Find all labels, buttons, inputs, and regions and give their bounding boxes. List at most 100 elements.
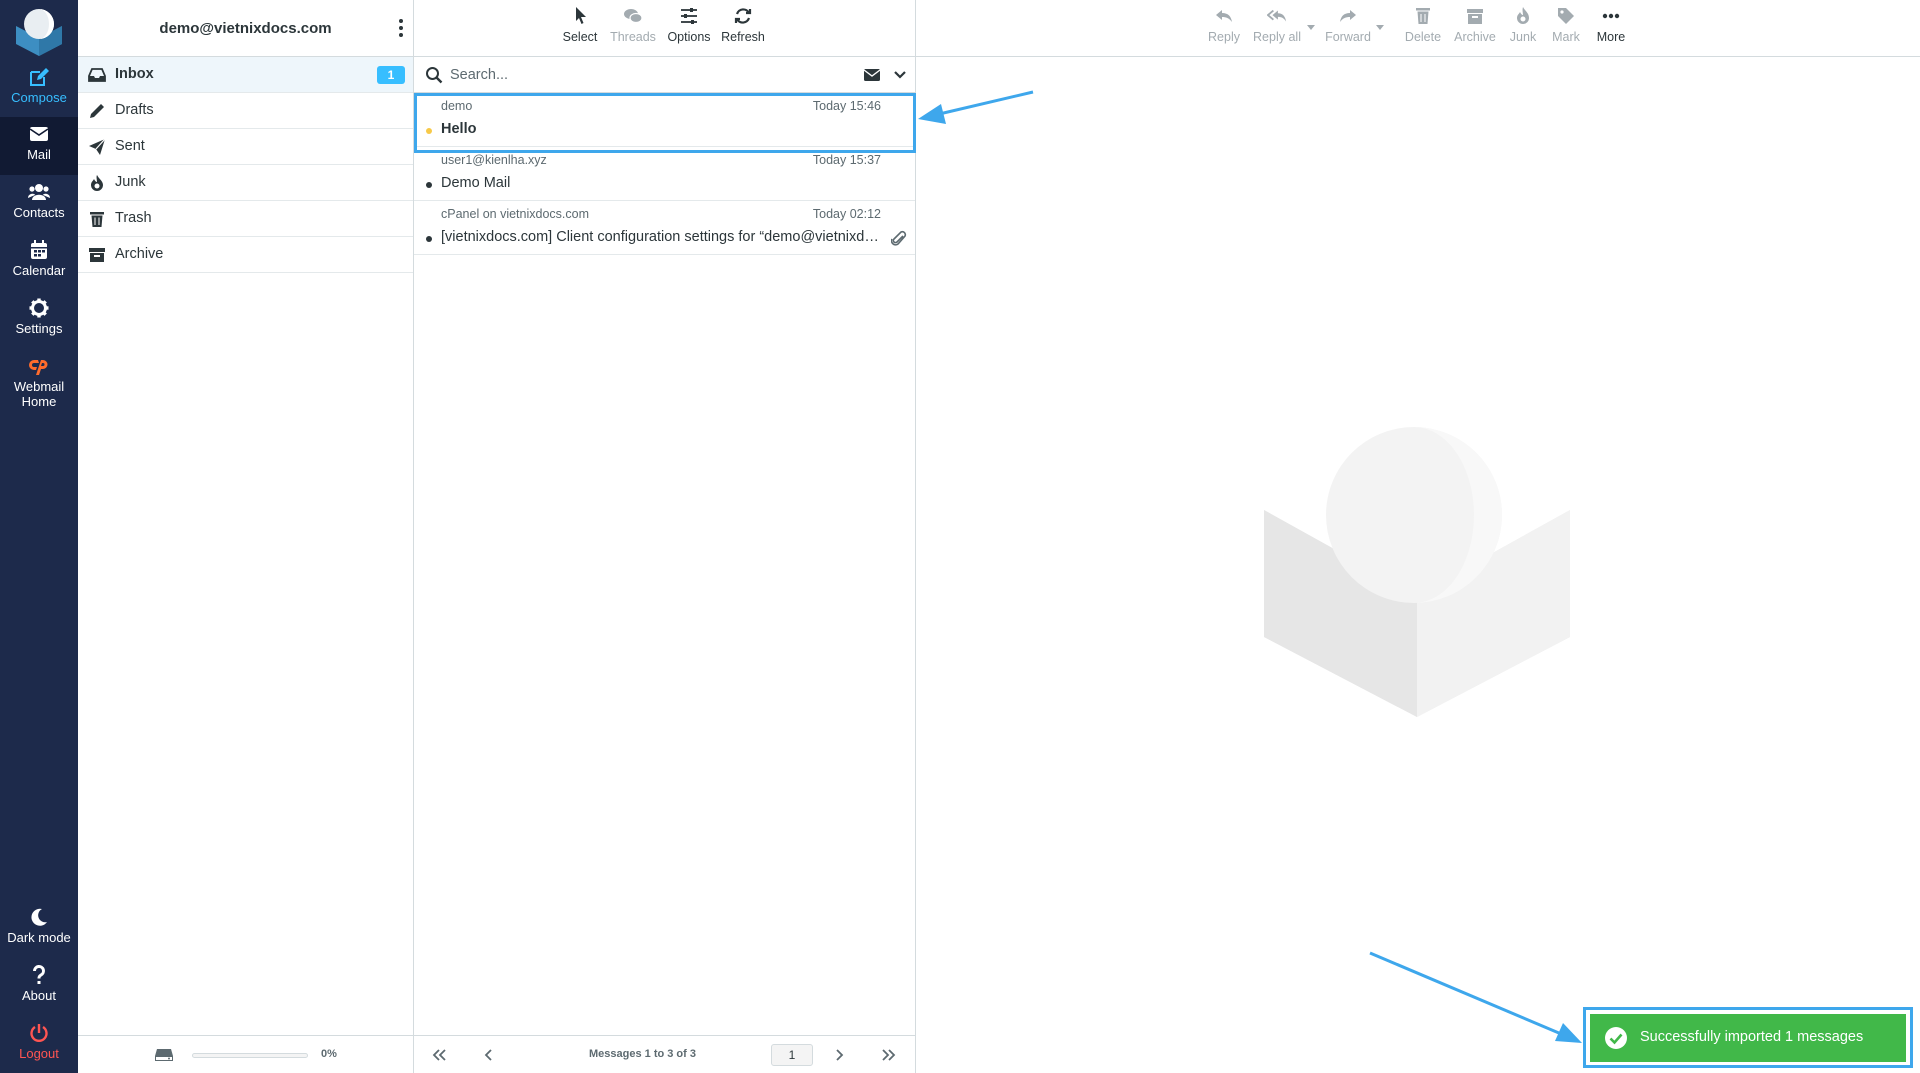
nav-calendar[interactable]: Calendar — [0, 233, 78, 291]
gear-icon — [29, 298, 49, 318]
threads-label: Threads — [610, 30, 656, 44]
folder-name: Drafts — [115, 102, 154, 118]
select-button[interactable]: Select — [558, 6, 602, 44]
folder-name: Inbox — [115, 66, 154, 82]
archive-label: Archive — [1454, 30, 1496, 44]
delete-label: Delete — [1404, 30, 1442, 44]
notification-message: Successfully imported 1 messages — [1640, 1029, 1864, 1045]
threads-button[interactable]: Threads — [607, 6, 659, 44]
horizontal-dots-icon — [1602, 13, 1620, 19]
reply-all-dropdown-icon[interactable] — [1307, 25, 1315, 31]
select-label: Select — [562, 30, 598, 44]
folder-inbox[interactable]: Inbox 1 — [78, 57, 413, 93]
folder-junk[interactable]: Junk — [78, 165, 413, 201]
compose-button[interactable]: Compose — [0, 60, 78, 118]
dark-mode-toggle[interactable]: Dark mode — [0, 900, 78, 958]
junk-button[interactable]: Junk — [1505, 6, 1541, 44]
quota-progress-bar — [192, 1053, 308, 1058]
folder-archive[interactable]: Archive — [78, 237, 413, 273]
roundcube-logo — [16, 9, 62, 56]
more-button[interactable]: More — [1592, 6, 1630, 44]
fire-icon — [1517, 7, 1529, 24]
tag-icon — [1558, 8, 1574, 24]
nav-mail[interactable]: Mail — [0, 117, 78, 175]
fire-icon — [91, 175, 103, 191]
read-status-dot[interactable] — [426, 182, 432, 188]
archive-button[interactable]: Archive — [1451, 6, 1499, 44]
webmail-label-line2: Home — [21, 394, 57, 409]
page-number-input[interactable]: 1 — [771, 1044, 813, 1066]
question-icon — [32, 964, 45, 984]
folder-trash[interactable]: Trash — [78, 201, 413, 237]
list-toolbar: Select Threads Options Refresh — [414, 0, 915, 57]
power-icon — [30, 1024, 48, 1042]
previous-page-icon[interactable] — [480, 1047, 498, 1063]
users-icon — [28, 184, 50, 200]
vertical-dots-icon[interactable] — [397, 18, 405, 38]
read-status-dot[interactable] — [426, 236, 432, 242]
reply-all-button[interactable]: Reply all — [1249, 6, 1305, 44]
folder-panel-header: demo@vietnixdocs.com — [78, 0, 413, 57]
message-toolbar: Reply Reply all Forward Delete Archive J… — [916, 0, 1920, 57]
message-content-panel: Reply Reply all Forward Delete Archive J… — [916, 0, 1920, 1073]
pencil-icon — [90, 104, 104, 118]
success-notification[interactable]: Successfully imported 1 messages — [1590, 1014, 1906, 1062]
message-subject: Hello — [441, 121, 477, 137]
message-date: Today 02:12 — [812, 207, 881, 221]
message-row[interactable]: user1@kienlha.xyz Today 15:37 Demo Mail — [414, 147, 915, 201]
calendar-icon — [31, 240, 47, 259]
compose-icon — [30, 68, 49, 86]
sliders-icon — [681, 8, 697, 24]
reply-button[interactable]: Reply — [1204, 6, 1244, 44]
folder-drafts[interactable]: Drafts — [78, 93, 413, 129]
mark-button[interactable]: Mark — [1548, 6, 1584, 44]
unread-count-badge: 1 — [377, 66, 405, 84]
message-row[interactable]: demo Today 15:46 Hello — [414, 93, 915, 147]
folder-panel: demo@vietnixdocs.com Inbox 1 Drafts Sent… — [78, 0, 414, 1073]
contacts-label: Contacts — [13, 205, 65, 220]
envelope-filter-icon[interactable] — [863, 67, 881, 83]
webmail-app: Compose Mail Contacts Calendar Settings … — [0, 0, 1920, 1073]
search-bar — [414, 57, 915, 93]
more-label: More — [1596, 30, 1626, 44]
folder-sent[interactable]: Sent — [78, 129, 413, 165]
dark-mode-label: Dark mode — [7, 930, 71, 945]
compose-label: Compose — [11, 90, 67, 105]
last-page-icon[interactable] — [880, 1047, 898, 1063]
envelope-icon — [29, 127, 49, 141]
pagination-footer: Messages 1 to 3 of 3 1 — [414, 1035, 915, 1073]
logout-button[interactable]: Logout — [0, 1016, 78, 1073]
about-label: About — [22, 988, 56, 1003]
search-input[interactable] — [450, 63, 850, 87]
options-label: Options — [667, 30, 711, 44]
first-page-icon[interactable] — [430, 1047, 448, 1063]
nav-contacts[interactable]: Contacts — [0, 175, 78, 233]
nav-webmail-home[interactable]: Webmail Home — [0, 349, 78, 419]
next-page-icon[interactable] — [830, 1047, 848, 1063]
message-subject: Demo Mail — [441, 175, 511, 191]
message-date: Today 15:46 — [812, 99, 881, 113]
message-date: Today 15:37 — [812, 153, 881, 167]
folder-name: Junk — [115, 174, 146, 190]
refresh-button[interactable]: Refresh — [718, 6, 768, 44]
chevron-down-icon[interactable] — [893, 68, 907, 82]
paper-plane-icon — [89, 138, 106, 155]
unread-status-dot[interactable] — [426, 128, 432, 134]
webmail-label-line1: Webmail — [13, 379, 65, 394]
message-sender: user1@kienlha.xyz — [441, 153, 547, 167]
mail-label: Mail — [27, 147, 51, 162]
delete-button[interactable]: Delete — [1401, 6, 1445, 44]
check-circle-icon — [1605, 1027, 1627, 1049]
comments-icon — [624, 9, 643, 24]
message-list-panel: Select Threads Options Refresh Search...… — [414, 0, 916, 1073]
hard-drive-icon — [155, 1049, 173, 1061]
search-icon — [426, 67, 443, 84]
list-options-button[interactable]: Options — [664, 6, 714, 44]
logout-label: Logout — [19, 1046, 59, 1061]
message-row[interactable]: cPanel on vietnixdocs.com Today 02:12 [v… — [414, 201, 915, 255]
refresh-icon — [734, 8, 752, 24]
about-button[interactable]: About — [0, 958, 78, 1016]
forward-dropdown-icon[interactable] — [1376, 25, 1384, 31]
nav-settings[interactable]: Settings — [0, 291, 78, 349]
forward-button[interactable]: Forward — [1318, 6, 1378, 44]
